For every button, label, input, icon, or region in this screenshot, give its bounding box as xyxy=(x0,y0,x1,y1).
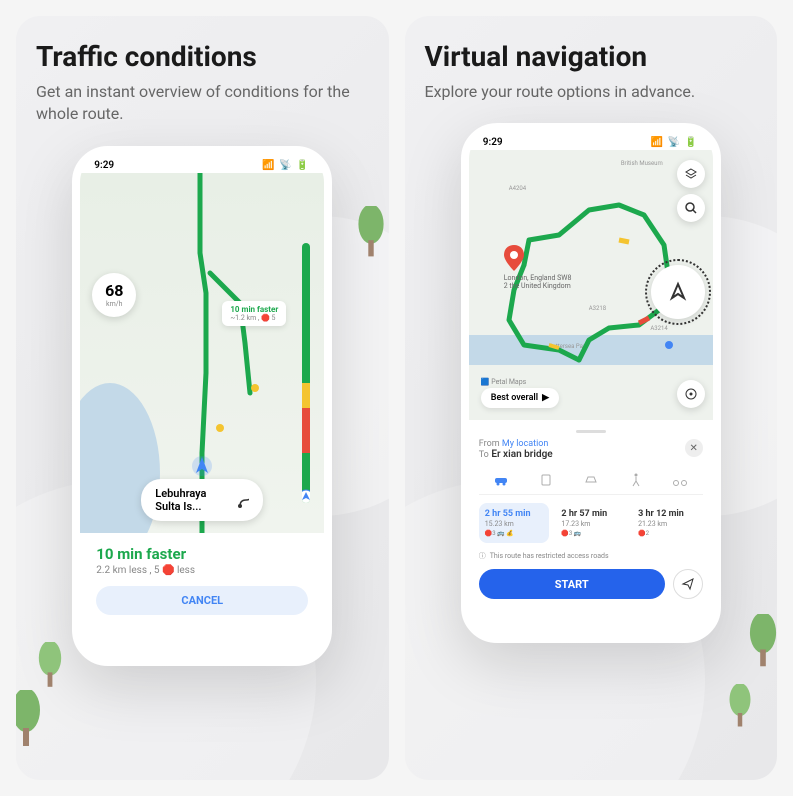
current-road-pill[interactable]: Lebuhraya Sulta Is... xyxy=(141,479,263,521)
route-info: 🛑2 xyxy=(638,530,697,537)
traffic-panel: Traffic conditions Get an instant overvi… xyxy=(16,16,389,780)
route-option-2[interactable]: 2 hr 57 min 17.23 km 🛑3 🚌 xyxy=(555,503,626,543)
wifi-icon: 📡 xyxy=(668,137,682,147)
route-distance: 15.23 km xyxy=(485,520,544,528)
car-mode-icon[interactable] xyxy=(493,472,509,488)
status-bar: 9:29 📶 📡 🔋 xyxy=(80,154,324,173)
phone-mockup: 9:29 📶 📡 🔋 68 km/h 10 min faster ~1. xyxy=(72,146,332,666)
route-filter-pill[interactable]: Best overall ▶ xyxy=(481,388,559,408)
panel-title: Virtual navigation xyxy=(425,40,758,73)
alt-route-badge[interactable]: 10 min faster ~1.2 km , 🛑 5 xyxy=(222,301,286,326)
status-bar: 9:29 📶 📡 🔋 xyxy=(469,131,713,150)
sheet-subtitle: 2.2 km less , 5 🛑 less xyxy=(96,565,308,576)
play-icon: ▶ xyxy=(542,393,549,403)
route-time: 3 hr 12 min xyxy=(638,509,697,519)
signal-icon: 📶 xyxy=(262,160,276,170)
signal-icon: 📶 xyxy=(651,137,665,147)
status-icons: 📶 📡 🔋 xyxy=(651,137,699,148)
status-icons: 📶 📡 🔋 xyxy=(262,160,310,171)
cancel-button[interactable]: CANCEL xyxy=(96,586,308,615)
traffic-bar[interactable] xyxy=(302,243,310,503)
battery-icon: 🔋 xyxy=(296,160,310,170)
to-label: To xyxy=(479,450,489,460)
navigation-panel: Virtual navigation Explore your route op… xyxy=(405,16,778,780)
from-row[interactable]: From My location xyxy=(479,439,553,449)
taxi-mode-icon[interactable] xyxy=(583,472,599,488)
route-warning: ⓘ This route has restricted access roads xyxy=(479,551,703,561)
tree-decoration xyxy=(725,684,755,730)
tree-decoration xyxy=(16,690,46,750)
traffic-position-icon xyxy=(302,489,310,503)
walk-mode-icon[interactable] xyxy=(628,472,644,488)
tree-decoration xyxy=(744,614,777,670)
panel-subtitle: Get an instant overview of conditions fo… xyxy=(36,81,369,126)
route-time: 2 hr 55 min xyxy=(485,509,544,519)
tree-decoration xyxy=(353,206,389,260)
compass-button[interactable] xyxy=(651,265,705,319)
traffic-segment-jam xyxy=(302,408,310,453)
speed-unit: km/h xyxy=(106,300,122,308)
search-button[interactable] xyxy=(677,194,705,222)
recenter-button[interactable] xyxy=(677,380,705,408)
wifi-icon: 📡 xyxy=(279,160,293,170)
route-option-3[interactable]: 3 hr 12 min 21.23 km 🛑2 xyxy=(632,503,703,543)
route-options: 2 hr 55 min 15.23 km 🛑3 🚌 💰 2 hr 57 min … xyxy=(479,503,703,543)
alt-route-title: 10 min faster xyxy=(230,305,278,314)
transport-modes xyxy=(479,466,703,495)
to-value: Er xian bridge xyxy=(491,449,552,460)
from-value: My location xyxy=(502,439,549,449)
road-name: Lebuhraya Sulta Is... xyxy=(155,487,227,513)
map-view[interactable]: British Museum Battersea Park A4204 A321… xyxy=(469,150,713,420)
route-panel: From My location To Er xian bridge ✕ xyxy=(469,420,713,609)
start-row: START xyxy=(479,569,703,599)
route-icon xyxy=(238,492,250,508)
map-view[interactable]: 68 km/h 10 min faster ~1.2 km , 🛑 5 Lebu… xyxy=(80,173,324,533)
filter-label: Best overall xyxy=(491,393,538,403)
status-time: 9:29 xyxy=(483,137,503,148)
speed-badge: 68 km/h xyxy=(92,273,136,317)
traffic-segment-slow xyxy=(302,383,310,408)
tree-decoration xyxy=(34,642,66,690)
map-attribution: 🟦 Petal Maps xyxy=(481,378,527,386)
sheet-title: 10 min faster xyxy=(96,545,308,563)
route-info: 🛑3 🚌 xyxy=(561,530,620,537)
close-icon: ✕ xyxy=(690,443,698,454)
bottom-sheet: 10 min faster 2.2 km less , 5 🛑 less CAN… xyxy=(80,533,324,627)
route-time: 2 hr 57 min xyxy=(561,509,620,519)
send-icon xyxy=(681,577,695,591)
preview-button[interactable] xyxy=(673,569,703,599)
route-info: 🛑3 🚌 💰 xyxy=(485,530,544,537)
compass-icon xyxy=(666,280,690,304)
phone-mockup: 9:29 📶 📡 🔋 British Museum Battersea Park… xyxy=(461,123,721,643)
start-button[interactable]: START xyxy=(479,569,665,599)
layers-icon xyxy=(684,167,698,181)
route-distance: 17.23 km xyxy=(561,520,620,528)
route-header: From My location To Er xian bridge ✕ xyxy=(479,439,703,460)
info-icon: ⓘ xyxy=(479,551,486,561)
search-icon xyxy=(684,201,698,215)
speed-value: 68 xyxy=(105,281,123,300)
destination-marker[interactable]: London, England SW8 2 the United Kingdom xyxy=(504,245,574,290)
panel-title: Traffic conditions xyxy=(36,40,369,73)
marker-label: London, England SW8 2 the United Kingdom xyxy=(504,275,574,290)
alt-route-sub: ~1.2 km , 🛑 5 xyxy=(230,314,278,322)
close-button[interactable]: ✕ xyxy=(685,439,703,457)
layers-button[interactable] xyxy=(677,160,705,188)
to-row[interactable]: To Er xian bridge xyxy=(479,449,553,460)
battery-icon: 🔋 xyxy=(685,137,699,147)
from-label: From xyxy=(479,439,500,449)
crosshair-icon xyxy=(684,387,698,401)
drag-handle[interactable] xyxy=(576,430,606,433)
bike-mode-icon[interactable] xyxy=(672,472,688,488)
route-distance: 21.23 km xyxy=(638,520,697,528)
panel-subtitle: Explore your route options in advance. xyxy=(425,81,758,103)
transit-mode-icon[interactable] xyxy=(538,472,554,488)
route-option-1[interactable]: 2 hr 55 min 15.23 km 🛑3 🚌 💰 xyxy=(479,503,550,543)
status-time: 9:29 xyxy=(94,160,114,171)
warning-text: This route has restricted access roads xyxy=(490,552,609,560)
navigation-arrow-icon xyxy=(191,455,213,477)
